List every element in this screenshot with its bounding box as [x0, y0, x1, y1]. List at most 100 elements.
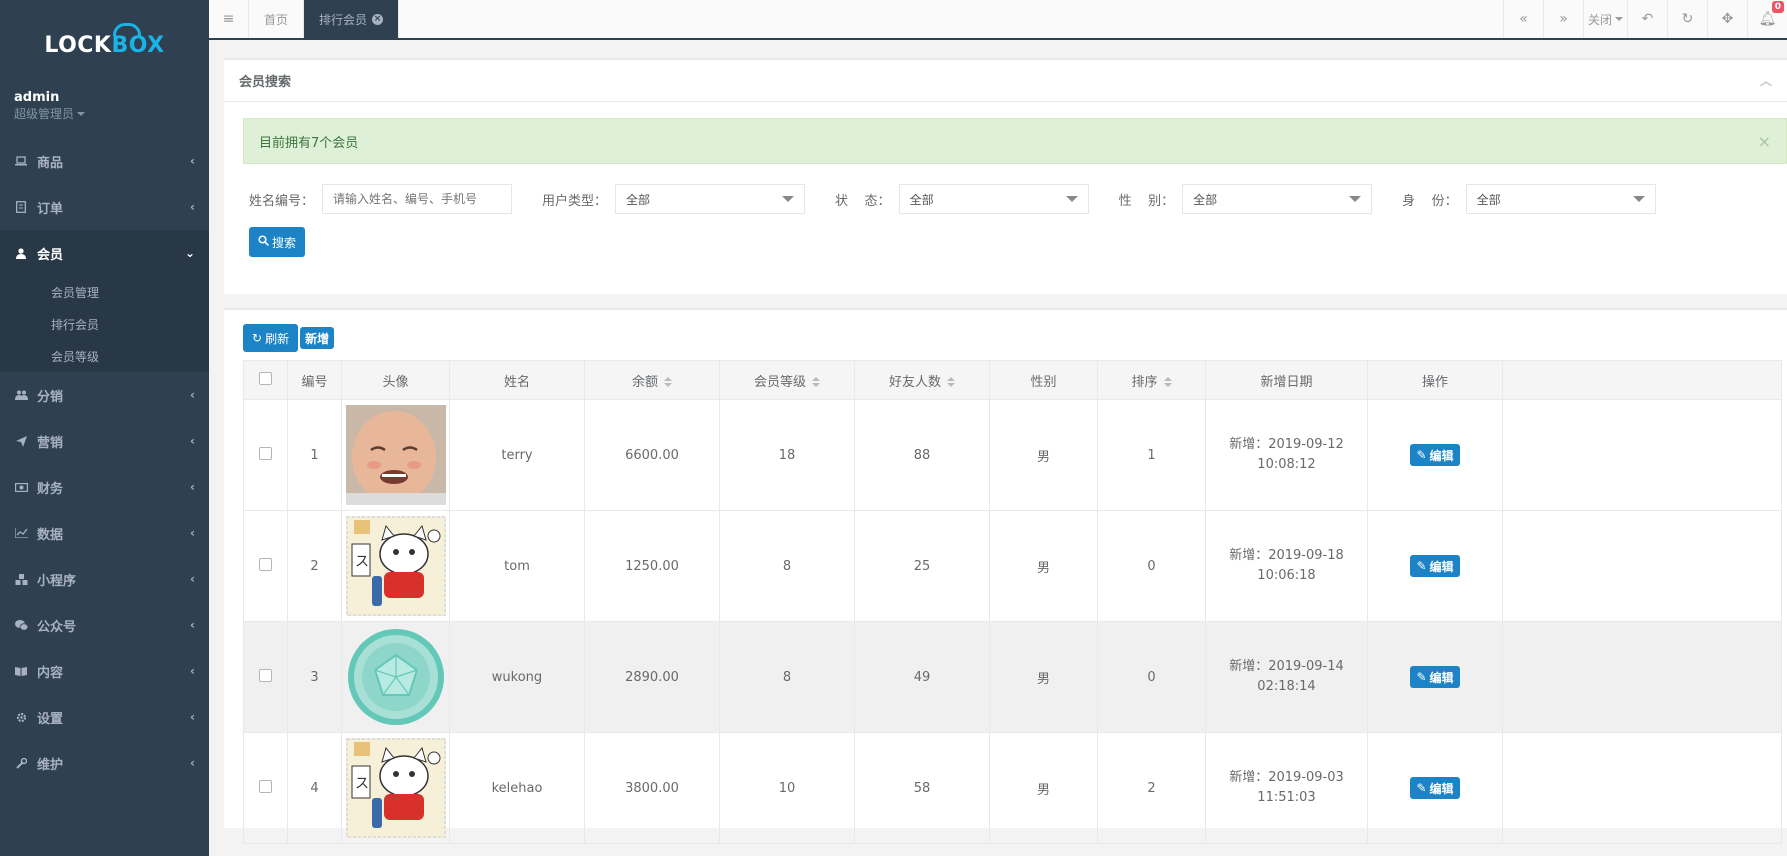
- chevron-left-icon: ‹: [190, 710, 195, 724]
- menu-toggle-button[interactable]: ≡: [209, 0, 249, 38]
- column-header-name: 姓名: [449, 360, 585, 400]
- sidebar-subitem-member-ranking[interactable]: 排行会员: [0, 308, 209, 340]
- table-row: 4 ス kelehao 3800.00 10 58 男 2 新增：2019-09…: [243, 732, 1782, 844]
- filter-row: 姓名编号： 用户类型： 全部 状 态： 全部 性 别： 全部 身 份： 全部: [249, 184, 1787, 214]
- logo-text-lock: LOCK: [44, 32, 112, 58]
- sidebar-item-label: 公众号: [37, 619, 77, 635]
- chevron-left-icon: ‹: [190, 664, 195, 678]
- cell-id: 3: [287, 621, 342, 733]
- column-header-id: 编号: [287, 360, 342, 400]
- cell-friends: 49: [854, 621, 990, 733]
- top-tabbar: ≡ 首页 排行会员 × « » 关闭 ↶ ↻ ✥ 🔔︎ 0: [209, 0, 1787, 40]
- close-tab-icon[interactable]: ×: [372, 13, 384, 25]
- tab-member-ranking[interactable]: 排行会员 ×: [304, 0, 400, 38]
- table-header-row: 编号 头像 姓名 余额 会员等级 好友人数 性别 排序 新增日期 操作: [243, 360, 1782, 400]
- edit-button[interactable]: ✎ 编辑: [1410, 777, 1460, 799]
- chevron-left-icon: ‹: [190, 388, 195, 402]
- sidebar-item-settings[interactable]: 设置 ‹: [0, 694, 209, 740]
- fullscreen-button[interactable]: ✥: [1707, 0, 1747, 38]
- sidebar-item-content[interactable]: 内容 ‹: [0, 648, 209, 694]
- sidebar-item-label: 营销: [37, 435, 64, 451]
- column-header-sort[interactable]: 排序: [1097, 360, 1206, 400]
- select-all-checkbox[interactable]: [259, 371, 272, 385]
- tab-label: 排行会员: [319, 12, 368, 27]
- refresh-icon: ↻: [1681, 11, 1694, 27]
- notification-badge: 0: [1771, 1, 1784, 13]
- notifications-button[interactable]: 🔔︎ 0: [1747, 0, 1787, 38]
- sidebar-item-data[interactable]: 数据 ‹: [0, 510, 209, 556]
- user-icon: [14, 246, 28, 260]
- sidebar-item-miniprogram[interactable]: 小程序 ‹: [0, 556, 209, 602]
- forward-icon: »: [1559, 11, 1568, 27]
- cell-level: 8: [719, 510, 855, 622]
- edit-button[interactable]: ✎ 编辑: [1410, 666, 1460, 688]
- select-all-cell: [243, 360, 288, 400]
- time-text: 11:51:03: [1257, 790, 1316, 805]
- edit-button[interactable]: ✎ 编辑: [1410, 444, 1460, 466]
- column-header-level[interactable]: 会员等级: [719, 360, 855, 400]
- sidebar-item-finance[interactable]: 财务 ‹: [0, 464, 209, 510]
- edit-button[interactable]: ✎ 编辑: [1410, 555, 1460, 577]
- row-checkbox[interactable]: [259, 557, 272, 571]
- cell-gender: 男: [989, 732, 1098, 844]
- identity-select[interactable]: 全部: [1465, 184, 1656, 214]
- cell-sort: 2: [1097, 732, 1206, 844]
- svg-text:ス: ス: [355, 554, 369, 570]
- tab-home[interactable]: 首页: [249, 0, 305, 38]
- row-checkbox[interactable]: [259, 668, 272, 682]
- sidebar-item-label: 分销: [37, 389, 64, 405]
- sidebar-subitem-member-manage[interactable]: 会员管理: [0, 276, 209, 308]
- pencil-icon: ✎: [1416, 448, 1427, 462]
- refresh-button[interactable]: ↻ 刷新: [243, 324, 299, 352]
- sidebar-item-official-account[interactable]: 公众号 ‹: [0, 602, 209, 648]
- user-type-select[interactable]: 全部: [615, 184, 806, 214]
- cell-friends: 88: [854, 399, 990, 511]
- status-select[interactable]: 全部: [898, 184, 1089, 214]
- cell-id: 1: [287, 399, 342, 511]
- arrows-icon: ✥: [1721, 11, 1734, 27]
- scroll-tabs-left-button[interactable]: «: [1503, 0, 1543, 38]
- gender-filter-label: 性 别：: [1118, 193, 1175, 209]
- edit-label: 编辑: [1429, 670, 1454, 685]
- sidebar-item-label: 小程序: [37, 573, 77, 589]
- role-dropdown[interactable]: 超级管理员: [14, 105, 195, 122]
- panel-title-text: 会员搜索: [239, 75, 292, 90]
- search-button[interactable]: 搜索: [249, 227, 306, 257]
- row-checkbox[interactable]: [259, 779, 272, 793]
- topbar-actions: « » 关闭 ↶ ↻ ✥ 🔔︎ 0: [1503, 0, 1787, 38]
- column-header-label: 会员等级: [753, 374, 806, 390]
- sidebar-item-label: 维护: [37, 757, 64, 773]
- sort-icon: [947, 377, 955, 387]
- cell-name: wukong: [449, 621, 585, 733]
- add-member-button[interactable]: 新增: [300, 327, 335, 349]
- sidebar-nav: 商品 ‹ 订单 ‹ 会员 ⌄ 会员管理 排行会员 会员等级 分销 ‹ 营销 ‹: [0, 138, 209, 786]
- cell-sort: 0: [1097, 510, 1206, 622]
- back-button[interactable]: ↶: [1627, 0, 1667, 38]
- scroll-tabs-right-button[interactable]: »: [1543, 0, 1583, 38]
- sidebar-item-label: 商品: [37, 155, 64, 171]
- sidebar-item-members[interactable]: 会员 ⌄: [0, 230, 209, 276]
- sidebar-subitem-member-level[interactable]: 会员等级: [0, 340, 209, 372]
- sidebar-item-marketing[interactable]: 营销 ‹: [0, 418, 209, 464]
- table-row: 1 terry 6600.00 18 88 男 1 新增：2019-09-12 …: [243, 399, 1782, 511]
- column-header-friends[interactable]: 好友人数: [854, 360, 990, 400]
- row-checkbox[interactable]: [259, 446, 272, 460]
- chevron-up-icon[interactable]: ︿: [1760, 72, 1772, 89]
- sidebar-item-orders[interactable]: 订单 ‹: [0, 184, 209, 230]
- main-content: 会员搜索 ︿ 目前拥有7个会员 × 姓名编号： 用户类型： 全部 状 态： 全部…: [209, 40, 1787, 856]
- close-icon[interactable]: ×: [1758, 132, 1771, 151]
- member-count-alert: 目前拥有7个会员 ×: [243, 118, 1787, 164]
- select-value: 全部: [1476, 192, 1501, 207]
- sidebar-item-goods[interactable]: 商品 ‹: [0, 138, 209, 184]
- cell-gender: 男: [989, 399, 1098, 511]
- close-tabs-dropdown[interactable]: 关闭: [1583, 0, 1627, 38]
- column-header-balance[interactable]: 余额: [584, 360, 720, 400]
- pencil-icon: ✎: [1416, 781, 1427, 795]
- refresh-page-button[interactable]: ↻: [1667, 0, 1707, 38]
- username: admin: [14, 90, 60, 105]
- gender-select[interactable]: 全部: [1182, 184, 1373, 214]
- sidebar-item-distribution[interactable]: 分销 ‹: [0, 372, 209, 418]
- cell-friends: 58: [854, 732, 990, 844]
- name-search-input[interactable]: [322, 184, 513, 214]
- sidebar-item-maintenance[interactable]: 维护 ‹: [0, 740, 209, 786]
